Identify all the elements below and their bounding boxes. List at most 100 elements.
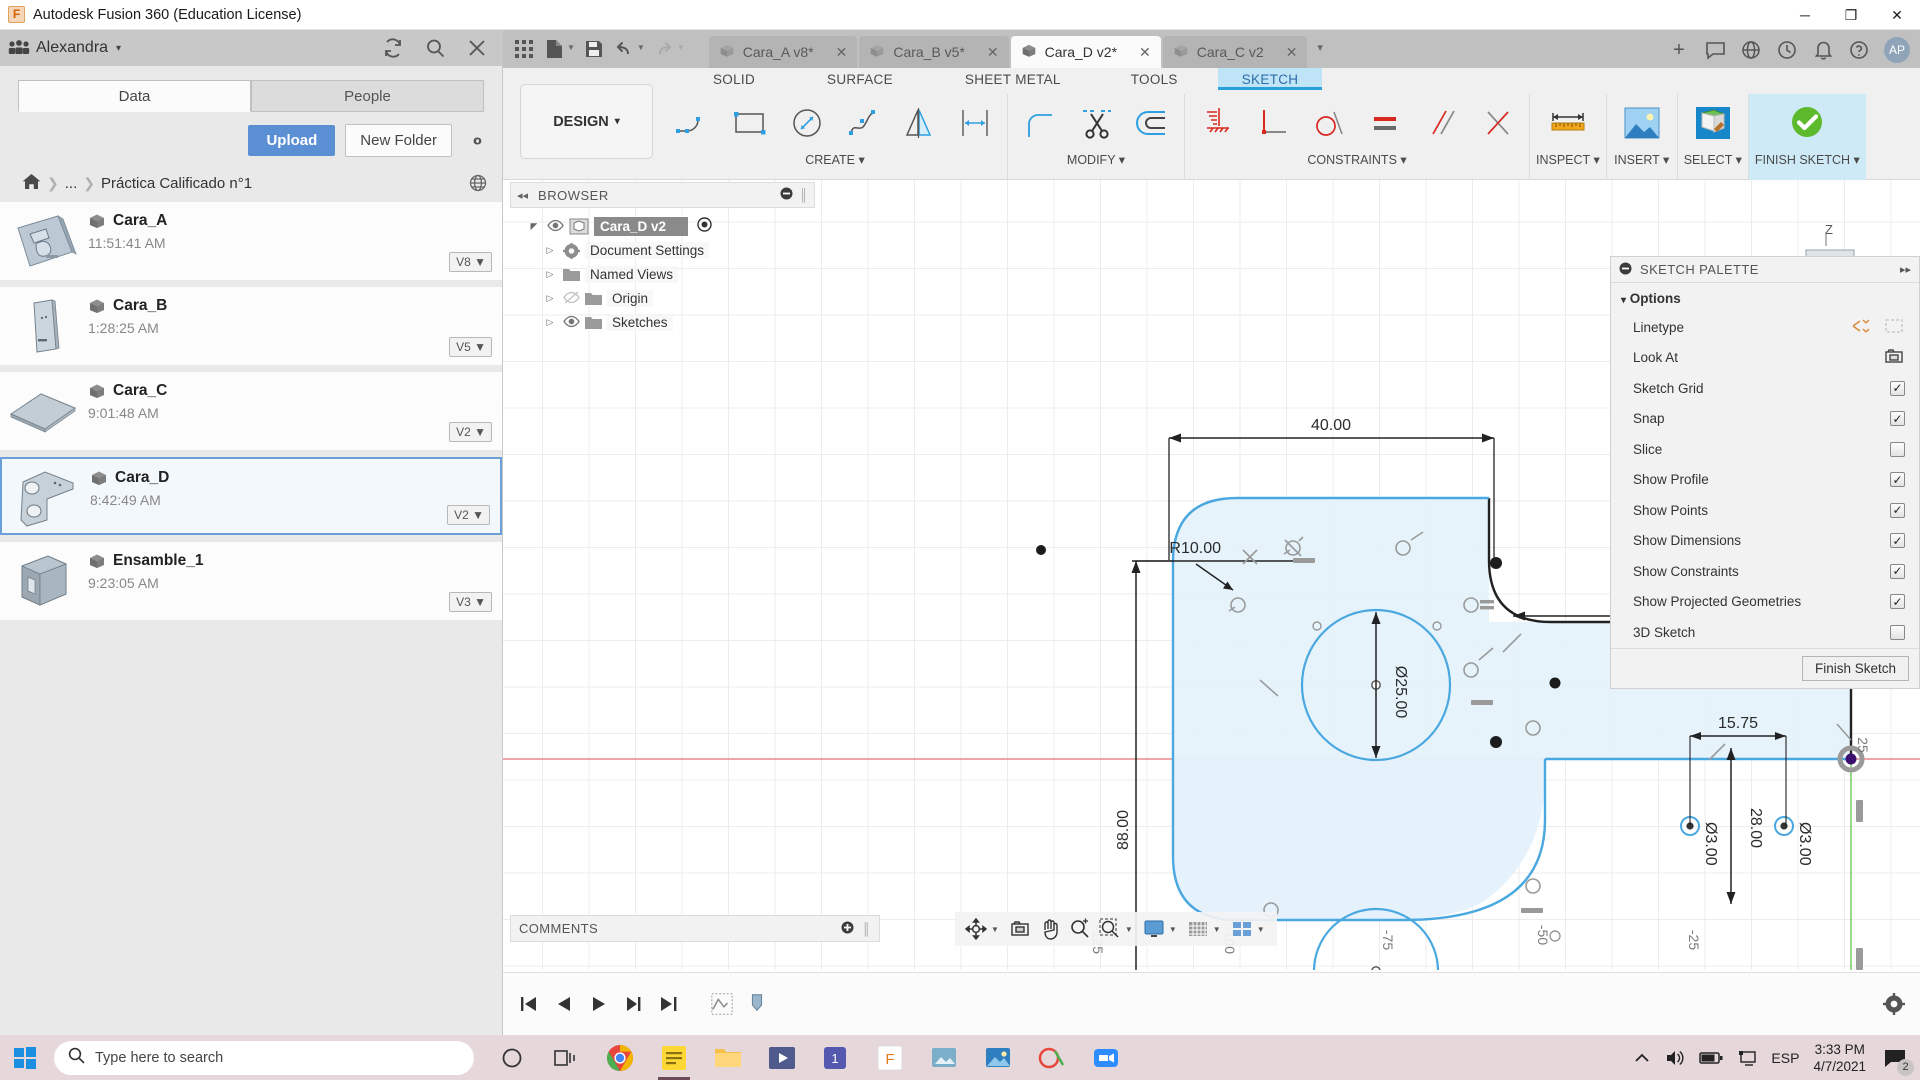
dimension-d3-right[interactable]: Ø3.00 (1796, 822, 1813, 866)
measure-icon[interactable] (1539, 98, 1597, 148)
tree-expand-icon[interactable]: ▷ (542, 293, 558, 304)
refresh-icon[interactable] (382, 37, 404, 59)
close-tab-icon[interactable]: ✕ (973, 44, 999, 61)
globe-icon[interactable] (468, 173, 488, 193)
avatar[interactable]: AP (1884, 37, 1910, 63)
checkbox-show-dimensions[interactable]: ✓ (1890, 533, 1905, 549)
grid-caret-icon[interactable]: ▼ (1213, 925, 1221, 934)
checkbox-show-profile[interactable]: ✓ (1890, 472, 1905, 488)
display-settings-icon[interactable] (1141, 916, 1167, 942)
finish-sketch-button[interactable]: Finish Sketch (1801, 655, 1909, 681)
circle-tool-icon[interactable] (781, 100, 833, 146)
comments-resize-handle[interactable]: ║ (862, 922, 871, 936)
tab-data[interactable]: Data (18, 80, 251, 112)
zoom-icon[interactable] (1067, 916, 1093, 942)
clock[interactable]: 3:33 PM 4/7/2021 (1813, 1041, 1866, 1075)
checkbox-show-projected-geometries[interactable]: ✓ (1890, 594, 1905, 610)
options-section-header[interactable]: ▾ Options (1611, 283, 1919, 312)
palette-row-slice[interactable]: Slice (1611, 434, 1919, 465)
display-network-icon[interactable] (1737, 1049, 1757, 1067)
visibility-eye-icon[interactable] (563, 315, 580, 329)
active-component-icon[interactable] (697, 217, 712, 235)
tree-node-root[interactable]: ◤ Cara_D v2 (510, 214, 815, 238)
coincident-constraint-icon[interactable] (1471, 100, 1523, 146)
timeline-extrude-feature-icon[interactable] (745, 992, 769, 1016)
timeline-sketch-feature-icon[interactable] (710, 992, 734, 1016)
app-grid-icon[interactable] (509, 33, 539, 65)
tangent-constraint-icon[interactable] (1303, 100, 1355, 146)
notification-bell-icon[interactable] (1812, 39, 1834, 61)
offset-tool-icon[interactable] (1126, 100, 1178, 146)
select-tool-icon[interactable] (1684, 98, 1742, 148)
zoom-caret-icon[interactable]: ▼ (1125, 925, 1133, 934)
timeline-settings-gear-icon[interactable] (1882, 992, 1906, 1016)
timeline-last-icon[interactable] (657, 992, 681, 1016)
sketch-viewport[interactable]: 40.00 60.00 15.75 (503, 180, 1920, 970)
file-name[interactable]: Cara_D (115, 469, 169, 487)
ribbon-group-finish-sketch[interactable]: FINISH SKETCH ▾ (1747, 94, 1866, 180)
show-hidden-icons-chevron-icon[interactable] (1633, 1051, 1651, 1065)
tree-expand-icon[interactable]: ▷ (542, 269, 558, 280)
timeline-play-icon[interactable] (587, 992, 611, 1016)
document-tab[interactable]: Cara_C v2 ✕ (1162, 36, 1308, 68)
equal-constraint-icon[interactable] (1359, 100, 1411, 146)
close-tab-icon[interactable]: ✕ (822, 44, 848, 61)
endpoint[interactable] (1549, 677, 1561, 689)
taskbar-file-explorer-icon[interactable] (704, 1035, 752, 1080)
save-icon[interactable] (579, 33, 609, 65)
search-icon[interactable] (424, 37, 446, 59)
palette-expand-icon[interactable]: ▸▸ (1900, 263, 1911, 276)
browser-collapse-icon[interactable]: ◂◂ (517, 189, 528, 202)
timeline-prev-icon[interactable] (552, 992, 576, 1016)
new-folder-button[interactable]: New Folder (345, 124, 452, 157)
look-at-camera-icon[interactable] (1883, 347, 1905, 368)
ribbon-tab-solid[interactable]: SOLID (695, 68, 773, 90)
design-workspace-button[interactable]: DESIGN ▾ (520, 84, 653, 159)
list-item[interactable]: Ensamble_1 9:23:05 AM V3 ▼ (0, 542, 502, 620)
user-name[interactable]: Alexandra (36, 39, 108, 57)
document-tab[interactable]: Cara_A v8* ✕ (708, 36, 858, 68)
look-at-icon[interactable] (1007, 916, 1033, 942)
tree-node-sketches[interactable]: ▷ Sketches (510, 310, 815, 334)
palette-row-snap[interactable]: Snap ✓ (1611, 404, 1919, 435)
start-button[interactable] (0, 1035, 50, 1080)
checkbox-show-points[interactable]: ✓ (1890, 502, 1905, 518)
language-indicator[interactable]: ESP (1771, 1050, 1799, 1066)
viewports-caret-icon[interactable]: ▼ (1257, 925, 1265, 934)
battery-icon[interactable] (1699, 1051, 1723, 1065)
browser-resize-handle[interactable]: ║ (799, 188, 808, 202)
action-center-icon[interactable]: 2 (1880, 1043, 1914, 1076)
new-file-caret-icon[interactable]: ▼ (567, 43, 575, 52)
grid-snap-icon[interactable] (1185, 916, 1211, 942)
user-menu-caret-icon[interactable]: ▾ (116, 43, 121, 54)
trim-scissors-icon[interactable] (1070, 100, 1122, 146)
close-tab-icon[interactable]: ✕ (1272, 44, 1298, 61)
help-icon[interactable] (1848, 39, 1870, 61)
taskbar-teams-icon[interactable]: 1 (812, 1035, 860, 1080)
tree-expand-icon[interactable]: ▷ (542, 245, 558, 256)
taskbar-cortana-icon[interactable] (488, 1035, 536, 1080)
modify-caret-icon[interactable]: ▾ (1119, 153, 1125, 167)
tree-node-named-views[interactable]: ▷ Named Views (510, 262, 815, 286)
new-file-icon[interactable] (539, 33, 569, 65)
tree-node-origin[interactable]: ▷ Origin (510, 286, 815, 310)
search-input[interactable]: Type here to search (54, 1040, 474, 1075)
version-badge[interactable]: V2 ▼ (447, 505, 490, 525)
comments-minimize-icon[interactable] (841, 921, 854, 937)
tab-people[interactable]: People (251, 80, 484, 112)
inspect-caret-icon[interactable]: ▾ (1593, 153, 1599, 167)
list-item-selected[interactable]: Cara_D 8:42:49 AM V2 ▼ (0, 457, 502, 535)
ribbon-tab-surface[interactable]: SURFACE (809, 68, 911, 90)
dimension-d3-left[interactable]: Ø3.00 (1702, 822, 1719, 866)
home-icon[interactable] (22, 173, 41, 194)
taskbar-media-player-icon[interactable] (758, 1035, 806, 1080)
document-tab[interactable]: Cara_B v5* ✕ (859, 36, 1009, 68)
zoom-window-icon[interactable] (1097, 916, 1123, 942)
file-name[interactable]: Cara_C (113, 382, 167, 400)
timeline-first-icon[interactable] (517, 992, 541, 1016)
file-name[interactable]: Ensamble_1 (113, 552, 203, 570)
version-badge[interactable]: V8 ▼ (449, 252, 492, 272)
spline-tool-icon[interactable] (837, 100, 889, 146)
breadcrumb-ellipsis[interactable]: ... (65, 175, 78, 192)
palette-row-show-constraints[interactable]: Show Constraints ✓ (1611, 556, 1919, 587)
